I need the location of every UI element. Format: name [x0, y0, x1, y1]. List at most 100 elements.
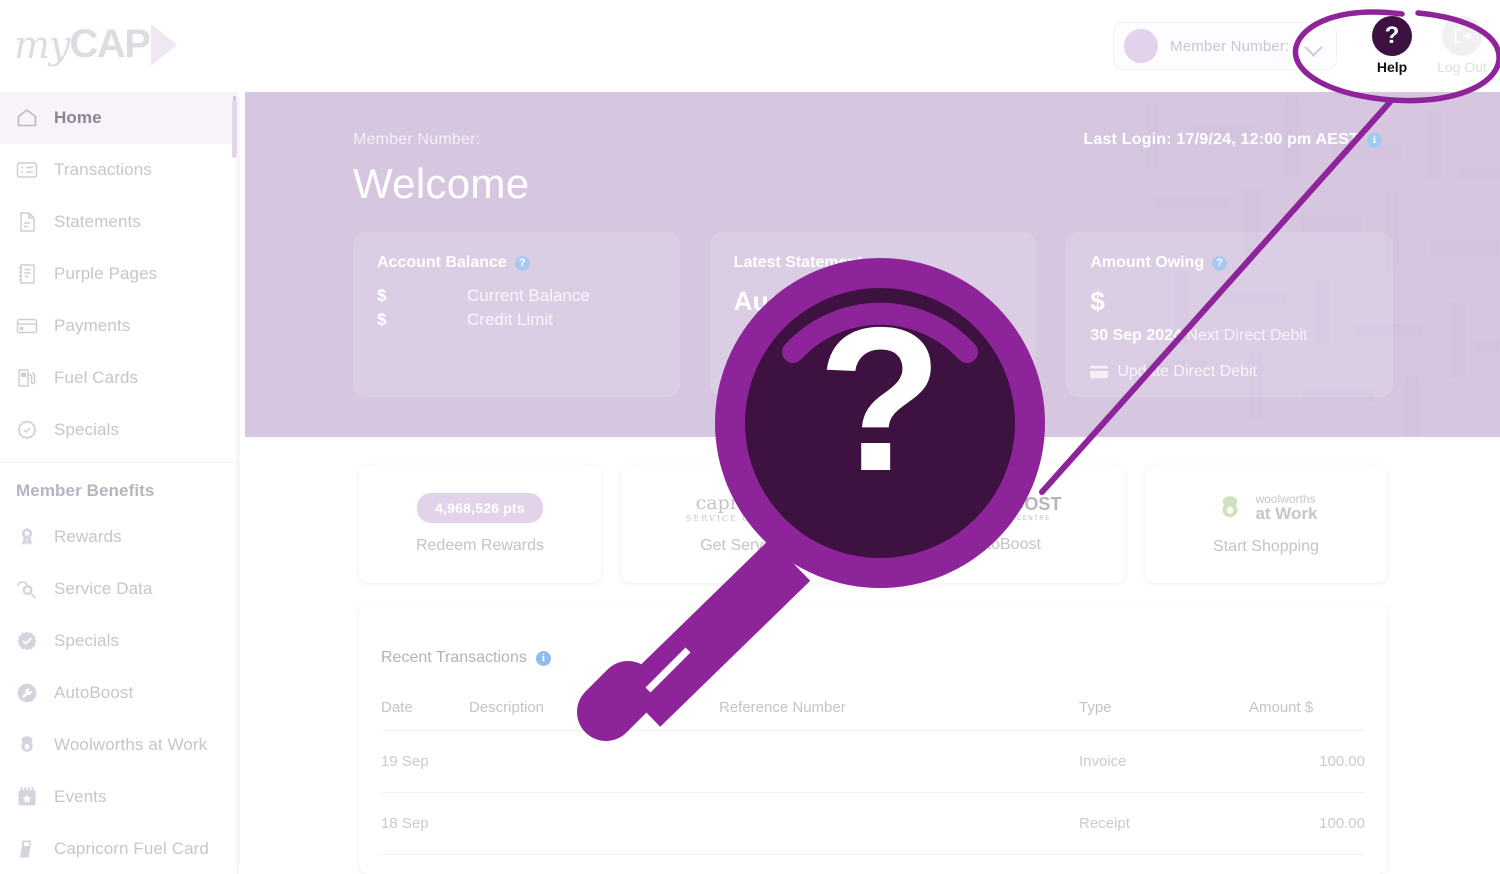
column-header-amount[interactable]: Amount $ [1249, 687, 1365, 731]
sidebar-item-rewards[interactable]: Rewards [0, 511, 237, 563]
woolworths-mark-icon [1222, 496, 1239, 518]
amount-owing-title: Amount Owing ? [1090, 254, 1369, 272]
autoboost-logo: AUTOBOOST AUTO REPAIR CENTRE [947, 495, 1062, 522]
specials-badge-icon [14, 417, 40, 443]
sidebar-item-woolworths-at-work-label: Woolworths at Work [54, 735, 208, 754]
get-service-card[interactable]: capricorn SERVICE CENTRES Get Service [621, 465, 863, 583]
sidebar-item-home[interactable]: Home [0, 92, 237, 144]
sidebar-item-payments[interactable]: Payments [0, 300, 237, 352]
info-icon[interactable]: i [535, 650, 551, 666]
credit-limit-row: $ Credit Limit [377, 310, 656, 330]
cell-reference [719, 792, 1079, 855]
sidebar-item-purple-pages[interactable]: Purple Pages [0, 248, 237, 300]
cell-description [469, 730, 719, 793]
column-header-reference-number[interactable]: Reference Number [719, 687, 1079, 731]
question-mark-icon: ? [1372, 16, 1412, 56]
column-header-date[interactable]: Date [381, 687, 469, 731]
sidebar-navigation: Home Transactions Statements Purple Page… [0, 92, 238, 874]
sidebar-item-woolworths-at-work[interactable]: Woolworths at Work [0, 719, 237, 771]
sidebar-divider [0, 462, 237, 463]
recent-transactions-table: Date Description Reference Number Type A… [381, 687, 1365, 855]
woolworths-icon [14, 732, 40, 758]
sidebar-item-specials[interactable]: Specials [0, 404, 237, 456]
sidebar-scrollbar-thumb[interactable] [232, 100, 237, 158]
get-service-label: Get Service [700, 536, 784, 554]
help-button[interactable]: ? Help [1366, 16, 1418, 75]
woolworths-logo: woolworths at Work [1214, 492, 1318, 524]
question-info-icon[interactable]: ? [514, 255, 530, 271]
sidebar-scrollbar-track[interactable] [236, 96, 240, 866]
wrench-icon [14, 680, 40, 706]
mycap-logo[interactable]: my CAP [14, 22, 178, 67]
woolworths-atwork-wordmark: at Work [1255, 504, 1318, 524]
autoboost-card[interactable]: AUTOBOOST AUTO REPAIR CENTRE AutoBoost [883, 465, 1125, 583]
logo-cap-text: CAP [69, 22, 151, 66]
autoboost-label: AutoBoost [967, 535, 1041, 553]
cell-description [469, 792, 719, 855]
mycap-home-page: my CAP Member Number: ? Help Log Out Hom… [0, 0, 1500, 874]
sidebar-item-payments-label: Payments [54, 316, 131, 335]
last-login-text: Last Login: 17/9/24, 12:00 pm AEST i [1083, 131, 1382, 149]
member-number-placeholder: Member Number: [1170, 37, 1290, 55]
fuel-card-icon [14, 836, 40, 862]
update-direct-debit-label: Update Direct Debit [1117, 363, 1257, 380]
recent-transactions-panel: Recent Transactions i Date Description R… [359, 603, 1387, 874]
update-direct-debit-link[interactable]: Update Direct Debit [1090, 363, 1369, 381]
credit-card-icon [1090, 365, 1109, 379]
specials-check-icon [14, 628, 40, 654]
recent-transactions-title-label: Recent Transactions [381, 649, 527, 666]
sidebar-item-capricorn-fuel-card[interactable]: Capricorn Fuel Card [0, 823, 237, 874]
redeem-rewards-card[interactable]: 4,968,526 pts Redeem Rewards [359, 465, 601, 583]
sidebar-item-service-data-label: Service Data [54, 579, 153, 598]
transactions-icon [14, 157, 40, 183]
help-button-label: Help [1376, 59, 1408, 75]
sidebar-item-service-data[interactable]: Service Data [0, 563, 237, 615]
column-header-description[interactable]: Description [469, 687, 719, 731]
current-balance-label: Current Balance [467, 286, 590, 305]
account-balance-title: Account Balance ? [377, 254, 656, 272]
account-balance-title-label: Account Balance [377, 254, 507, 271]
sidebar-section-member-benefits: Member Benefits [16, 481, 155, 500]
capricorn-logo-subtext: SERVICE CENTRES [685, 513, 799, 523]
logout-button[interactable]: Log Out [1434, 16, 1490, 75]
cell-type: Invoice [1079, 730, 1249, 793]
logout-button-label: Log Out [1437, 59, 1487, 75]
cell-amount: 100.00 [1249, 792, 1365, 855]
column-header-type[interactable]: Type [1079, 687, 1249, 731]
table-row[interactable]: 18 Sep Receipt 100.00 [381, 792, 1365, 855]
sidebar-item-autoboost[interactable]: AutoBoost [0, 667, 237, 719]
autoboost-logo-text: AUTOBOOST [946, 493, 1062, 514]
table-row[interactable]: 19 Sep Invoice 100.00 [381, 730, 1365, 793]
sidebar-item-fuel-cards[interactable]: Fuel Cards [0, 352, 237, 404]
next-direct-debit-label: Next Direct Debit [1186, 327, 1308, 344]
credit-limit-symbol: $ [377, 310, 387, 329]
amount-owing-symbol: $ [1090, 286, 1106, 316]
start-shopping-card[interactable]: woolworths at Work Start Shopping [1145, 465, 1387, 583]
sidebar-item-specials-benefit-label: Specials [54, 631, 120, 650]
amount-owing-title-label: Amount Owing [1090, 254, 1205, 271]
top-header-bar: my CAP Member Number: ? Help Log Out [0, 0, 1500, 92]
sidebar-item-statements[interactable]: Statements [0, 196, 237, 248]
sidebar-item-capricorn-fuel-card-label: Capricorn Fuel Card [54, 839, 209, 858]
sidebar-item-purple-pages-label: Purple Pages [54, 264, 158, 283]
quick-actions-row: 4,968,526 pts Redeem Rewards capricorn S… [359, 465, 1387, 583]
account-balance-card[interactable]: Account Balance ? $ Current Balance $ Cr… [353, 232, 680, 397]
member-number-select[interactable]: Member Number: [1113, 22, 1337, 70]
banner-summary-cards: Account Balance ? $ Current Balance $ Cr… [353, 232, 1394, 397]
last-login-value: Last Login: 17/9/24, 12:00 pm AEST [1083, 131, 1359, 148]
latest-statement-card[interactable]: Latest Statement August 2024 [709, 232, 1037, 397]
woolworths-logo-text: woolworths at Work [1255, 493, 1317, 523]
info-icon[interactable]: i [1367, 132, 1382, 148]
autoboost-logo-subtext: AUTO REPAIR CENTRE [957, 515, 1051, 522]
question-info-icon[interactable]: ? [1212, 255, 1228, 271]
chevron-down-icon[interactable] [1304, 38, 1323, 57]
capricorn-logo: capricorn SERVICE CENTRES [685, 493, 799, 523]
avatar-icon [1124, 29, 1158, 63]
table-header-row: Date Description Reference Number Type A… [381, 687, 1365, 731]
cell-date: 19 Sep [381, 730, 469, 793]
chevron-right-icon [151, 23, 178, 66]
amount-owing-card[interactable]: Amount Owing ? $ 30 Sep 2024 Next Direct… [1066, 232, 1394, 397]
sidebar-item-specials-benefit[interactable]: Specials [0, 615, 237, 667]
sidebar-item-events[interactable]: Events [0, 771, 237, 823]
sidebar-item-transactions[interactable]: Transactions [0, 144, 237, 196]
